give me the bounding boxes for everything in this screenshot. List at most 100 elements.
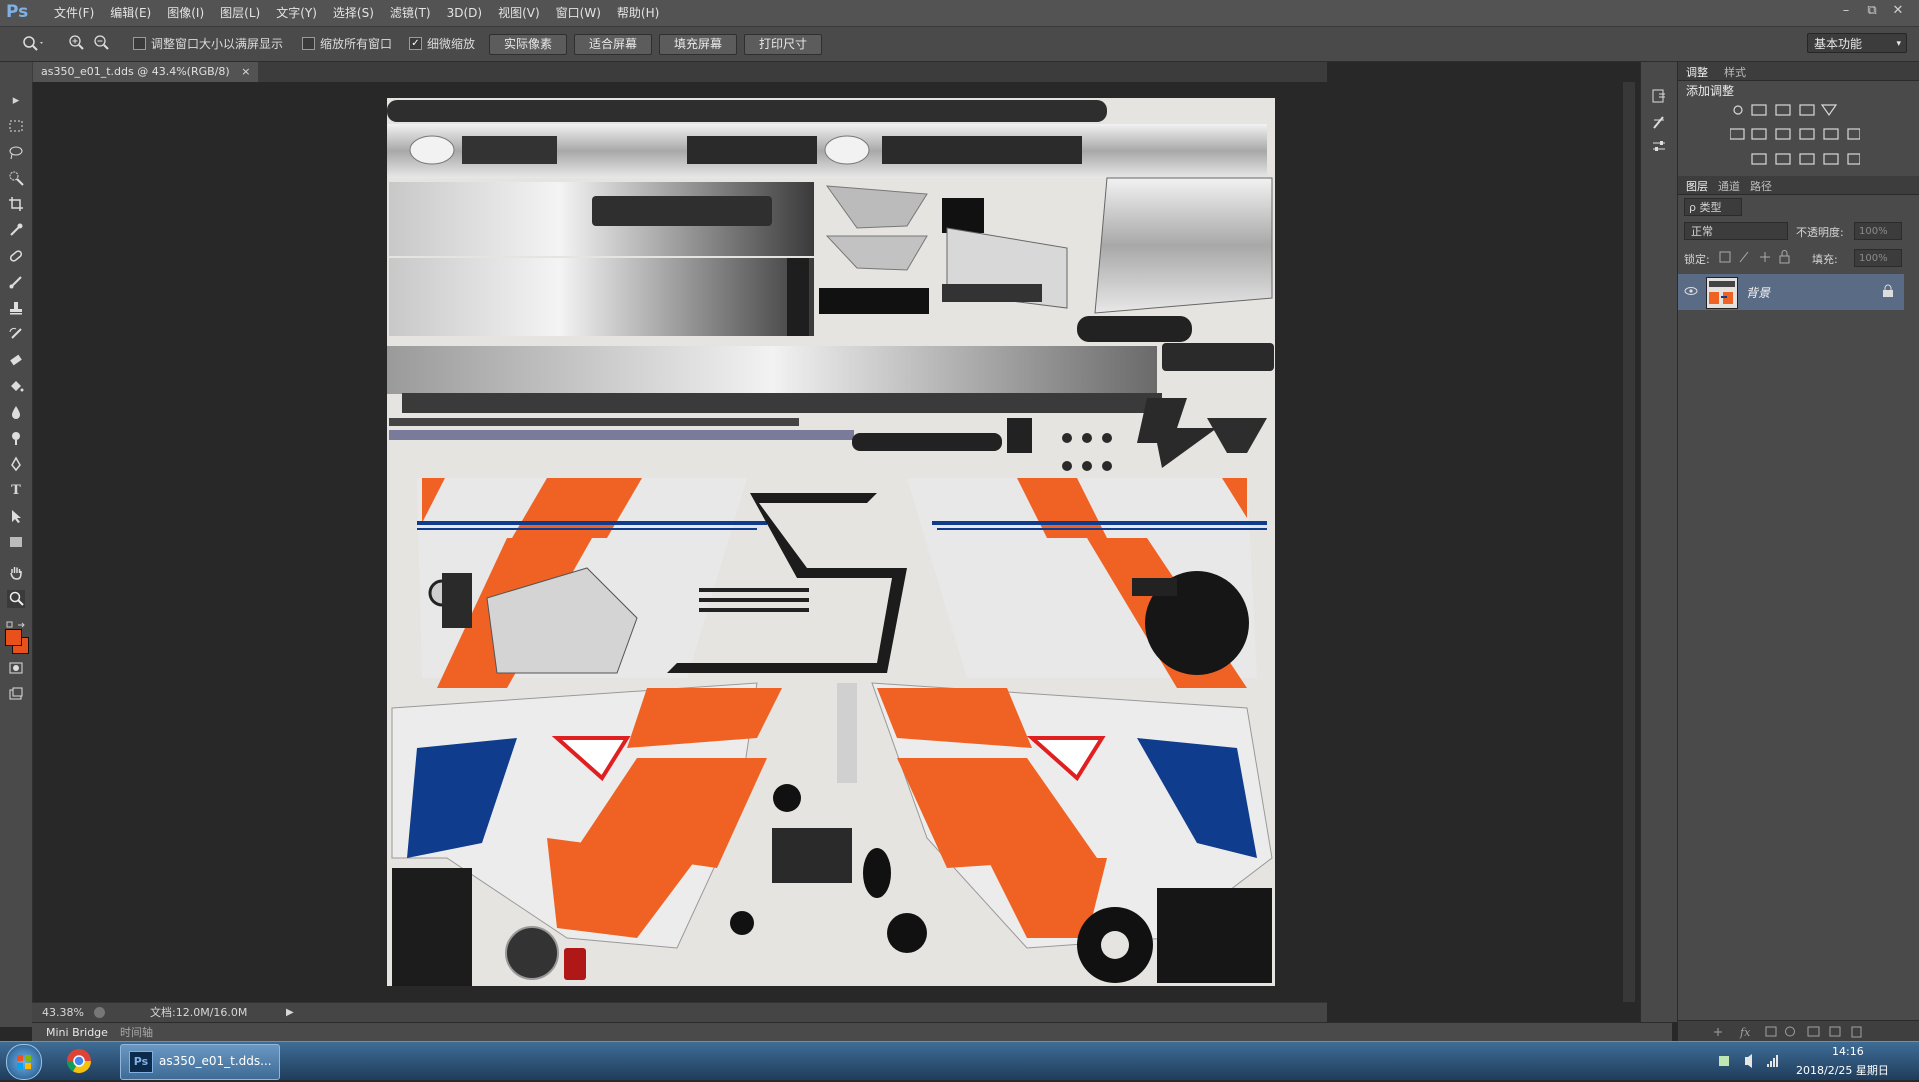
eyedropper-tool-icon[interactable] [7,222,25,240]
tab-styles[interactable]: 样式 [1724,64,1746,80]
restore-button[interactable]: ⧉ [1859,0,1885,22]
vertical-scrollbar[interactable] [1623,82,1635,1002]
start-button[interactable] [6,1044,42,1080]
history-brush-tool-icon[interactable] [7,326,25,344]
fill-field[interactable]: 100% [1854,249,1902,267]
document-tab-label: as350_e01_t.dds @ 43.4%(RGB/8) [41,65,230,78]
lock-icon [1882,284,1894,298]
svg-text:fx: fx [1739,1026,1751,1039]
menu-3d[interactable]: 3D(D) [439,0,490,26]
tab-paths[interactable]: 路径 [1750,178,1772,194]
minimize-button[interactable]: – [1833,0,1859,22]
path-selection-tool-icon[interactable] [7,508,25,526]
menu-help[interactable]: 帮助(H) [609,0,667,26]
workspace-label: 基本功能 [1814,37,1863,51]
blend-mode-select[interactable]: 正常 [1684,222,1788,240]
tab-channels[interactable]: 通道 [1718,178,1740,194]
zoom-in-icon[interactable] [68,34,86,52]
layers-tabs: 图层 通道 路径 [1678,176,1919,195]
quick-selection-tool-icon[interactable] [7,170,25,188]
workspace-select[interactable]: 基本功能 ▾ [1807,33,1907,53]
zoom-all-checkbox[interactable] [302,37,315,50]
actual-pixels-button[interactable]: 实际像素 [489,34,567,55]
history-panel-icon[interactable] [1651,88,1667,104]
taskbar-photoshop-button[interactable]: Ps as350_e01_t.dds... [120,1044,280,1080]
scrubby-zoom-label: 细微缩放 [427,37,476,51]
resize-windows-option[interactable]: 调整窗口大小以满屏显示 [133,35,283,52]
menu-layer[interactable]: 图层(L) [212,0,268,26]
zoom-level[interactable]: 43.38% [42,1003,84,1023]
resize-windows-checkbox[interactable] [133,37,146,50]
paint-bucket-tool-icon[interactable] [7,378,25,396]
zoom-all-option[interactable]: 缩放所有窗口 [302,35,392,52]
windows-taskbar: Ps as350_e01_t.dds... 14:16 2018/2/25 星期… [0,1041,1919,1080]
stamp-tool-icon[interactable] [7,300,25,318]
tab-mini-bridge[interactable]: Mini Bridge [46,1023,108,1042]
opacity-field[interactable]: 100% [1854,222,1902,240]
clock-date: 2018/2/25 星期日 [1796,1064,1889,1077]
zoom-tool-icon[interactable] [7,590,25,608]
menu-view[interactable]: 视图(V) [490,0,548,26]
lasso-tool-icon[interactable] [7,144,25,162]
fill-screen-button[interactable]: 填充屏幕 [659,34,737,55]
print-size-button[interactable]: 打印尺寸 [744,34,822,55]
menu-window[interactable]: 窗口(W) [548,0,609,26]
tab-adjustments[interactable]: 调整 [1686,64,1708,80]
brush-tool-icon[interactable] [7,274,25,292]
layer-name: 背景 [1746,286,1771,300]
scrubby-zoom-checkbox[interactable]: ✓ [409,37,422,50]
layer-filter-select[interactable]: ρ 类型 [1684,198,1742,216]
close-button[interactable]: ✕ [1885,0,1911,22]
menu-select[interactable]: 选择(S) [325,0,382,26]
tab-layers[interactable]: 图层 [1686,178,1708,194]
chevron-down-icon: ▾ [1896,39,1901,49]
dodge-tool-icon[interactable] [7,430,25,448]
pen-tool-icon[interactable] [7,456,25,474]
move-tool-icon[interactable]: ▸ [7,92,25,110]
layer-row-background[interactable]: 背景 [1678,274,1904,310]
options-bar: 调整窗口大小以满屏显示 缩放所有窗口 ✓ 细微缩放 实际像素 适合屏幕 填充屏幕… [0,27,1919,62]
quick-mask-icon[interactable] [7,660,25,678]
tab-timeline[interactable]: 时间轴 [120,1023,153,1042]
window-controls: – ⧉ ✕ [1833,0,1911,22]
lock-icons [1718,250,1798,264]
rectangle-tool-icon[interactable] [7,534,25,552]
healing-brush-tool-icon[interactable] [7,248,25,266]
panel-dock-strip [1640,62,1678,1022]
marquee-tool-icon[interactable] [7,118,25,136]
system-tray-icons[interactable] [1715,1051,1795,1071]
fit-screen-button[interactable]: 适合屏幕 [574,34,652,55]
clock-time: 14:16 [1832,1045,1864,1058]
menu-edit[interactable]: 编辑(E) [102,0,159,26]
menu-image[interactable]: 图像(I) [159,0,212,26]
status-info-icon[interactable] [94,1007,105,1018]
menu-file[interactable]: 文件(F) [46,0,102,26]
document-tab[interactable]: as350_e01_t.dds @ 43.4%(RGB/8) × [33,62,259,82]
swap-colors-icon[interactable] [6,618,28,628]
scrubby-zoom-option[interactable]: ✓ 细微缩放 [409,35,475,52]
chrome-taskbar-icon[interactable] [64,1046,94,1076]
close-icon[interactable]: × [241,65,250,78]
crop-tool-icon[interactable] [7,196,25,214]
tools-panel: ▸ T [0,62,33,1027]
blur-tool-icon[interactable] [7,404,25,422]
photoshop-taskbar-icon: Ps [129,1051,153,1073]
document-canvas[interactable] [387,98,1275,986]
hand-tool-icon[interactable] [7,564,25,582]
resize-windows-label: 调整窗口大小以满屏显示 [151,37,284,51]
windows-logo-icon [17,1055,31,1069]
type-tool-icon[interactable]: T [7,482,25,500]
foreground-color-swatch[interactable] [5,629,22,646]
screen-mode-icon[interactable] [7,686,25,704]
menu-filter[interactable]: 滤镜(T) [382,0,439,26]
menu-type[interactable]: 文字(Y) [268,0,325,26]
brush-panel-icon[interactable] [1651,114,1667,130]
zoom-out-icon[interactable] [93,34,111,52]
properties-panel-icon[interactable] [1651,138,1667,154]
status-menu-arrow-icon[interactable]: ▶ [286,1003,294,1023]
visibility-eye-icon[interactable] [1684,284,1698,298]
right-panels: 调整 样式 添加调整 图层 通道 路径 ρ 类型 正常 不透明度: 100% 锁… [1678,62,1919,1042]
eraser-tool-icon[interactable] [7,352,25,370]
taskbar-task-label: as350_e01_t.dds... [159,1054,272,1068]
zoom-tool-preset[interactable] [20,33,46,53]
